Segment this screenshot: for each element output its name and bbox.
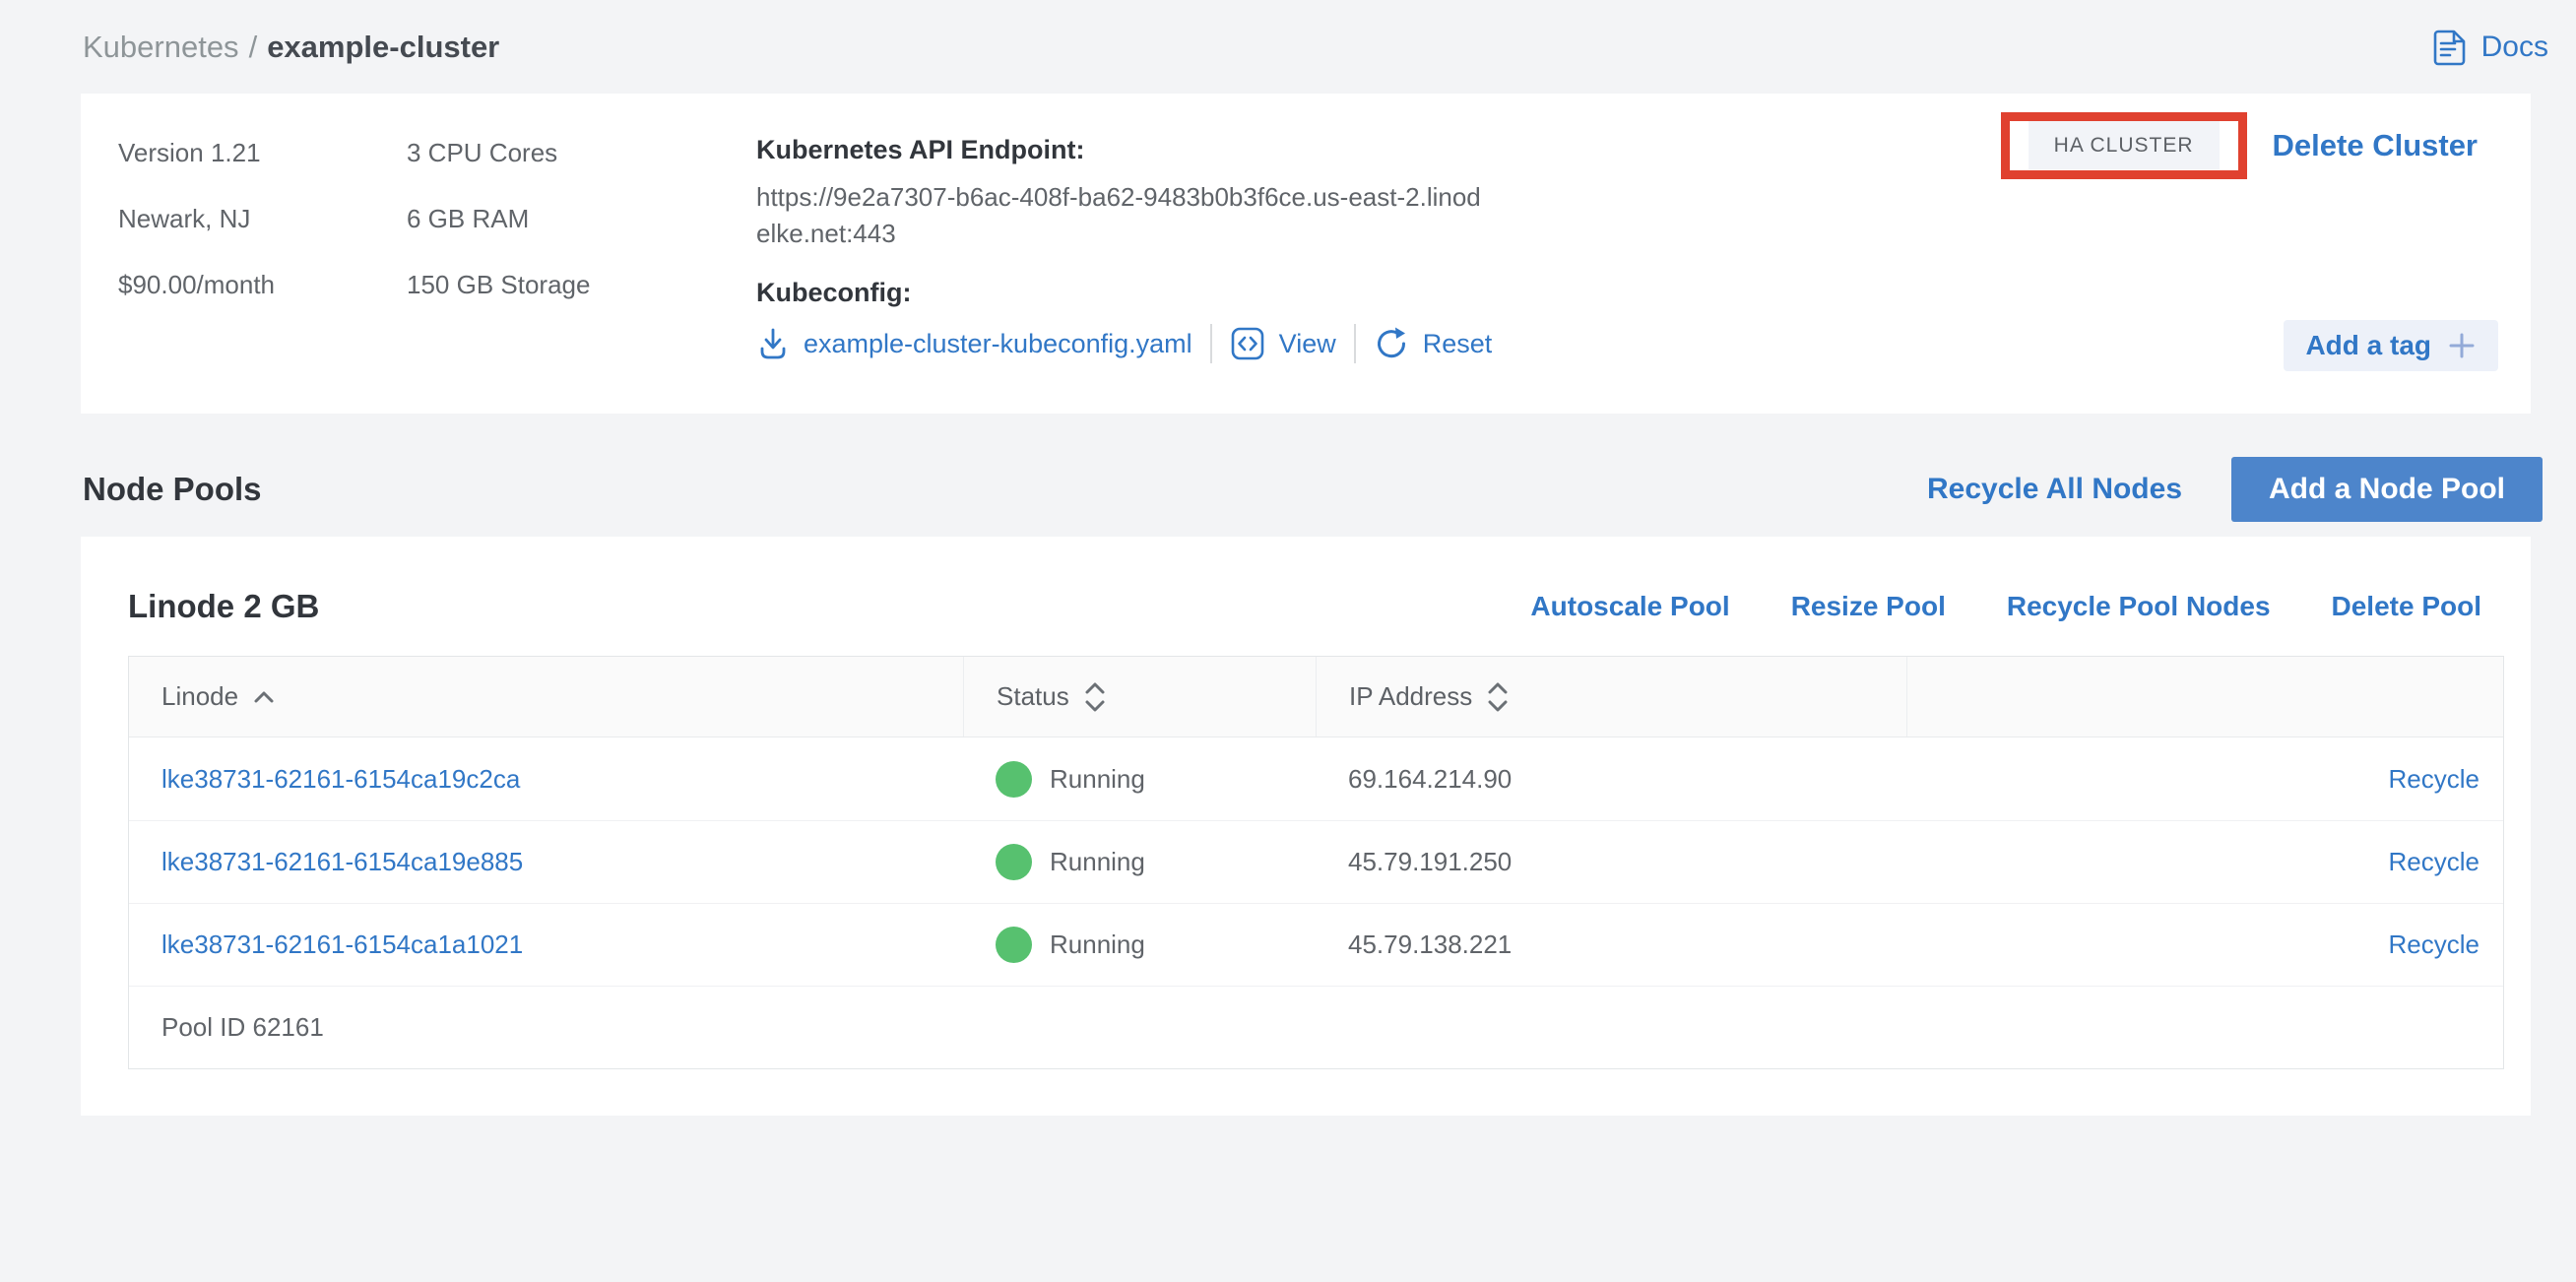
nodes-table: Linode Status IP Address — [128, 656, 2504, 1069]
node-link[interactable]: lke38731-62161-6154ca19e885 — [161, 847, 523, 877]
pool-action-links: Autoscale Pool Resize Pool Recycle Pool … — [1530, 591, 2481, 622]
add-node-pool-button[interactable]: Add a Node Pool — [2231, 457, 2543, 522]
ip-address: 69.164.214.90 — [1348, 764, 1512, 795]
breadcrumb-cluster-name[interactable]: example-cluster — [267, 30, 499, 64]
pool-name: Linode 2 GB — [128, 588, 319, 625]
node-ip-cell: 45.79.138.221 — [1316, 904, 1906, 986]
node-status-cell: Running — [963, 821, 1316, 903]
column-header-linode-label: Linode — [161, 681, 238, 712]
column-header-linode[interactable]: Linode — [129, 657, 963, 737]
kubeconfig-view-link[interactable]: View — [1279, 329, 1336, 359]
column-header-status-label: Status — [997, 681, 1069, 712]
cluster-summary-card: Version 1.21 Newark, NJ $90.00/month 3 C… — [81, 94, 2531, 414]
status-label: Running — [1050, 929, 1145, 960]
code-brackets-icon — [1230, 326, 1265, 361]
node-pools-actions: Recycle All Nodes Add a Node Pool — [1927, 457, 2531, 522]
status-label: Running — [1050, 764, 1145, 795]
table-row: lke38731-62161-6154ca19c2ca Running 69.1… — [129, 737, 2503, 820]
column-header-ip[interactable]: IP Address — [1316, 657, 1906, 737]
kubeconfig-actions: example-cluster-kubeconfig.yaml View Res… — [756, 324, 1505, 363]
table-header-row: Linode Status IP Address — [129, 657, 2503, 737]
recycle-node-button[interactable]: Recycle — [2389, 847, 2479, 877]
node-name-cell: lke38731-62161-6154ca19e885 — [129, 821, 963, 903]
refresh-icon — [1374, 326, 1409, 361]
node-action-cell: Recycle — [1906, 821, 2503, 903]
spec-version: Version 1.21 — [118, 120, 407, 186]
spec-ram: 6 GB RAM — [407, 186, 590, 252]
api-endpoint-url: https://9e2a7307-b6ac-408f-ba62-9483b0b3… — [756, 179, 1490, 252]
recycle-all-nodes-button[interactable]: Recycle All Nodes — [1927, 473, 2182, 506]
node-link[interactable]: lke38731-62161-6154ca1a1021 — [161, 929, 523, 960]
table-row: lke38731-62161-6154ca19e885 Running 45.7… — [129, 820, 2503, 903]
column-header-status[interactable]: Status — [963, 657, 1316, 737]
add-tag-button[interactable]: Add a tag — [2284, 320, 2498, 371]
download-icon — [756, 327, 790, 360]
top-bar: Kubernetes / example-cluster Docs — [0, 0, 2576, 94]
column-header-actions — [1906, 657, 2503, 737]
recycle-pool-nodes-button[interactable]: Recycle Pool Nodes — [2007, 591, 2271, 622]
node-action-cell: Recycle — [1906, 737, 2503, 820]
annotation-highlight-box: HA CLUSTER — [2001, 112, 2247, 179]
column-header-ip-label: IP Address — [1349, 681, 1472, 712]
delete-pool-button[interactable]: Delete Pool — [2332, 591, 2481, 622]
node-link[interactable]: lke38731-62161-6154ca19c2ca — [161, 764, 520, 795]
spec-cpu: 3 CPU Cores — [407, 120, 590, 186]
spec-storage: 150 GB Storage — [407, 252, 590, 318]
resize-pool-button[interactable]: Resize Pool — [1791, 591, 1946, 622]
node-name-cell: lke38731-62161-6154ca1a1021 — [129, 904, 963, 986]
ha-cluster-badge: HA CLUSTER — [2029, 121, 2220, 169]
recycle-node-button[interactable]: Recycle — [2389, 929, 2479, 960]
divider — [1354, 324, 1356, 363]
node-pools-title: Node Pools — [83, 471, 262, 508]
endpoint-block: Kubernetes API Endpoint: https://9e2a730… — [756, 135, 1505, 363]
ha-delete-row: HA CLUSTER Delete Cluster — [2001, 112, 2478, 179]
green-status-dot — [996, 844, 1032, 880]
chevron-up-down-icon — [1083, 681, 1107, 713]
docs-label: Docs — [2481, 31, 2548, 64]
plus-icon — [2447, 331, 2477, 360]
status-label: Running — [1050, 847, 1145, 877]
green-status-dot — [996, 761, 1032, 798]
table-row: lke38731-62161-6154ca1a1021 Running 45.7… — [129, 903, 2503, 986]
api-endpoint-label: Kubernetes API Endpoint: — [756, 135, 1505, 165]
autoscale-pool-button[interactable]: Autoscale Pool — [1530, 591, 1729, 622]
docs-link[interactable]: Docs — [2428, 27, 2548, 68]
spec-region: Newark, NJ — [118, 186, 407, 252]
divider — [1210, 324, 1212, 363]
node-pool-card: Linode 2 GB Autoscale Pool Resize Pool R… — [81, 537, 2531, 1116]
node-action-cell: Recycle — [1906, 904, 2503, 986]
breadcrumb-separator: / — [249, 30, 258, 64]
add-tag-label: Add a tag — [2305, 330, 2431, 361]
ip-address: 45.79.138.221 — [1348, 929, 1512, 960]
document-icon — [2428, 27, 2470, 68]
node-status-cell: Running — [963, 737, 1316, 820]
kubeconfig-reset-link[interactable]: Reset — [1423, 329, 1493, 359]
node-ip-cell: 69.164.214.90 — [1316, 737, 1906, 820]
kubeconfig-download-link[interactable]: example-cluster-kubeconfig.yaml — [804, 329, 1192, 359]
ip-address: 45.79.191.250 — [1348, 847, 1512, 877]
chevron-up-icon — [252, 689, 276, 704]
kubeconfig-label: Kubeconfig: — [756, 278, 1505, 308]
node-ip-cell: 45.79.191.250 — [1316, 821, 1906, 903]
cluster-specs: Version 1.21 Newark, NJ $90.00/month 3 C… — [118, 120, 590, 318]
node-pools-section-header: Node Pools Recycle All Nodes Add a Node … — [83, 456, 2531, 523]
delete-cluster-button[interactable]: Delete Cluster — [2273, 128, 2478, 163]
chevron-up-down-icon — [1486, 681, 1510, 713]
pool-header: Linode 2 GB Autoscale Pool Resize Pool R… — [81, 537, 2531, 625]
breadcrumb-kubernetes-link[interactable]: Kubernetes — [83, 30, 239, 64]
recycle-node-button[interactable]: Recycle — [2389, 764, 2479, 795]
spec-price: $90.00/month — [118, 252, 407, 318]
pool-id-label: Pool ID 62161 — [161, 1012, 324, 1043]
pool-id-footer: Pool ID 62161 — [129, 986, 2503, 1068]
breadcrumb: Kubernetes / example-cluster — [83, 30, 499, 65]
node-name-cell: lke38731-62161-6154ca19c2ca — [129, 737, 963, 820]
node-status-cell: Running — [963, 904, 1316, 986]
green-status-dot — [996, 927, 1032, 963]
